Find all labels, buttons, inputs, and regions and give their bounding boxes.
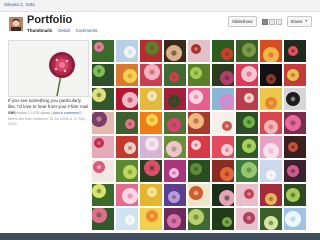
photo-thumbnail[interactable]	[188, 112, 210, 134]
photo-thumbnail[interactable]	[92, 40, 114, 62]
photo-thumbnail[interactable]	[284, 136, 306, 158]
photo-thumbnail[interactable]	[92, 208, 114, 230]
photo-thumbnail[interactable]	[164, 112, 186, 134]
photo-thumbnail[interactable]	[188, 64, 210, 86]
photo-thumbnail[interactable]	[92, 184, 114, 206]
photo-thumbnail[interactable]	[212, 64, 234, 86]
photo-thumbnail[interactable]	[284, 112, 306, 134]
photo-thumbnail[interactable]	[92, 136, 114, 158]
photo-thumbnail[interactable]	[212, 160, 234, 182]
photo-thumbnail[interactable]	[188, 184, 210, 206]
photo-thumbnail[interactable]	[116, 160, 138, 182]
photo-thumbnail[interactable]	[140, 136, 162, 158]
photo-count: 780 photos	[8, 111, 27, 115]
share-button[interactable]: Share ▼	[286, 16, 312, 27]
photo-thumbnail[interactable]	[212, 112, 234, 134]
photo-thumbnail[interactable]	[236, 208, 258, 230]
photo-thumbnail[interactable]	[212, 184, 234, 206]
photo-thumbnail[interactable]	[212, 208, 234, 230]
tab-detail[interactable]: Detail	[58, 28, 70, 33]
photo-thumbnail[interactable]	[164, 40, 186, 62]
photo-thumbnail[interactable]	[260, 184, 282, 206]
photo-thumbnail[interactable]	[188, 88, 210, 110]
toolbar: Slideshow Share ▼	[228, 16, 312, 27]
photo-thumbnail[interactable]	[140, 40, 162, 62]
photo-thumbnail[interactable]	[284, 160, 306, 182]
photo-thumbnail[interactable]	[116, 112, 138, 134]
photo-thumbnail[interactable]	[284, 184, 306, 206]
photo-thumbnail[interactable]	[116, 88, 138, 110]
photo-thumbnail[interactable]	[92, 112, 114, 134]
add-comment-link[interactable]: Add a comment?	[53, 111, 82, 115]
photo-thumbnail[interactable]	[260, 208, 282, 230]
view-switcher	[261, 18, 282, 25]
photo-thumbnail[interactable]	[236, 40, 258, 62]
slideshow-button[interactable]: Slideshow	[228, 16, 257, 27]
photo-thumbnail[interactable]	[116, 184, 138, 206]
photo-thumbnail[interactable]	[212, 88, 234, 110]
photo-thumbnail[interactable]	[260, 112, 282, 134]
photo-thumbnail[interactable]	[188, 160, 210, 182]
photo-thumbnail[interactable]	[236, 136, 258, 158]
photo-thumbnail[interactable]	[140, 64, 162, 86]
photo-thumbnail[interactable]	[164, 160, 186, 182]
photo-thumbnail[interactable]	[236, 160, 258, 182]
photo-thumbnail[interactable]	[116, 208, 138, 230]
photo-thumbnail[interactable]	[284, 40, 306, 62]
photo-thumbnail[interactable]	[116, 40, 138, 62]
photo-thumbnail[interactable]	[164, 64, 186, 86]
photo-thumbnail[interactable]	[188, 208, 210, 230]
bottom-bar	[0, 233, 320, 240]
photo-thumbnail[interactable]	[140, 88, 162, 110]
photo-thumbnail[interactable]	[92, 160, 114, 182]
photo-thumbnail[interactable]	[140, 160, 162, 182]
photo-thumbnail[interactable]	[212, 136, 234, 158]
photo-thumbnail[interactable]	[236, 64, 258, 86]
photo-thumbnail[interactable]	[236, 112, 258, 134]
list-view-icon[interactable]	[268, 18, 275, 25]
grid-view-icon[interactable]	[261, 18, 268, 25]
photo-grid	[92, 40, 306, 230]
photo-thumbnail[interactable]	[260, 160, 282, 182]
photo-thumbnail[interactable]	[164, 88, 186, 110]
photo-thumbnail[interactable]	[236, 88, 258, 110]
photo-thumbnail[interactable]	[92, 64, 114, 86]
slideshow-label: Slideshow	[232, 19, 253, 24]
portfolio-stats: 780 photos | 1,078 views | Add a comment…	[8, 111, 90, 116]
tab-thumbnails[interactable]: Thumbnails	[27, 28, 52, 33]
photo-thumbnail[interactable]	[164, 208, 186, 230]
photo-thumbnail[interactable]	[212, 40, 234, 62]
photo-thumbnail[interactable]	[116, 136, 138, 158]
photo-thumbnail[interactable]	[284, 88, 306, 110]
photo-thumbnail[interactable]	[284, 64, 306, 86]
photo-thumbnail[interactable]	[260, 88, 282, 110]
top-bar: Silvana C. Sola	[0, 0, 320, 12]
photo-thumbnail[interactable]	[92, 88, 114, 110]
photo-thumbnail[interactable]	[140, 184, 162, 206]
avatar[interactable]	[9, 17, 23, 31]
page-title: Portfolio	[27, 14, 73, 26]
date-range-note: Items are from between 15 Jul 2008 & 11 …	[8, 117, 85, 126]
photo-thumbnail[interactable]	[260, 136, 282, 158]
photo-thumbnail[interactable]	[164, 136, 186, 158]
photo-thumbnail[interactable]	[188, 136, 210, 158]
photo-thumbnail[interactable]	[116, 64, 138, 86]
view-tabs: Thumbnails Detail Comments	[27, 28, 98, 33]
share-label: Share	[290, 19, 303, 24]
photo-thumbnail[interactable]	[164, 184, 186, 206]
photo-thumbnail[interactable]	[140, 208, 162, 230]
chevron-down-icon: ▼	[304, 19, 308, 23]
featured-photo[interactable]	[8, 40, 89, 97]
photo-thumbnail[interactable]	[140, 112, 162, 134]
user-name-link[interactable]: Silvana C. Sola	[4, 2, 35, 7]
photo-thumbnail[interactable]	[284, 208, 306, 230]
detail-view-icon[interactable]	[275, 18, 282, 25]
photo-thumbnail[interactable]	[188, 40, 210, 62]
photo-thumbnail[interactable]	[260, 64, 282, 86]
photo-thumbnail[interactable]	[260, 40, 282, 62]
photo-thumbnail[interactable]	[236, 184, 258, 206]
view-count: 1,078 views	[29, 111, 50, 115]
tab-comments[interactable]: Comments	[76, 28, 98, 33]
